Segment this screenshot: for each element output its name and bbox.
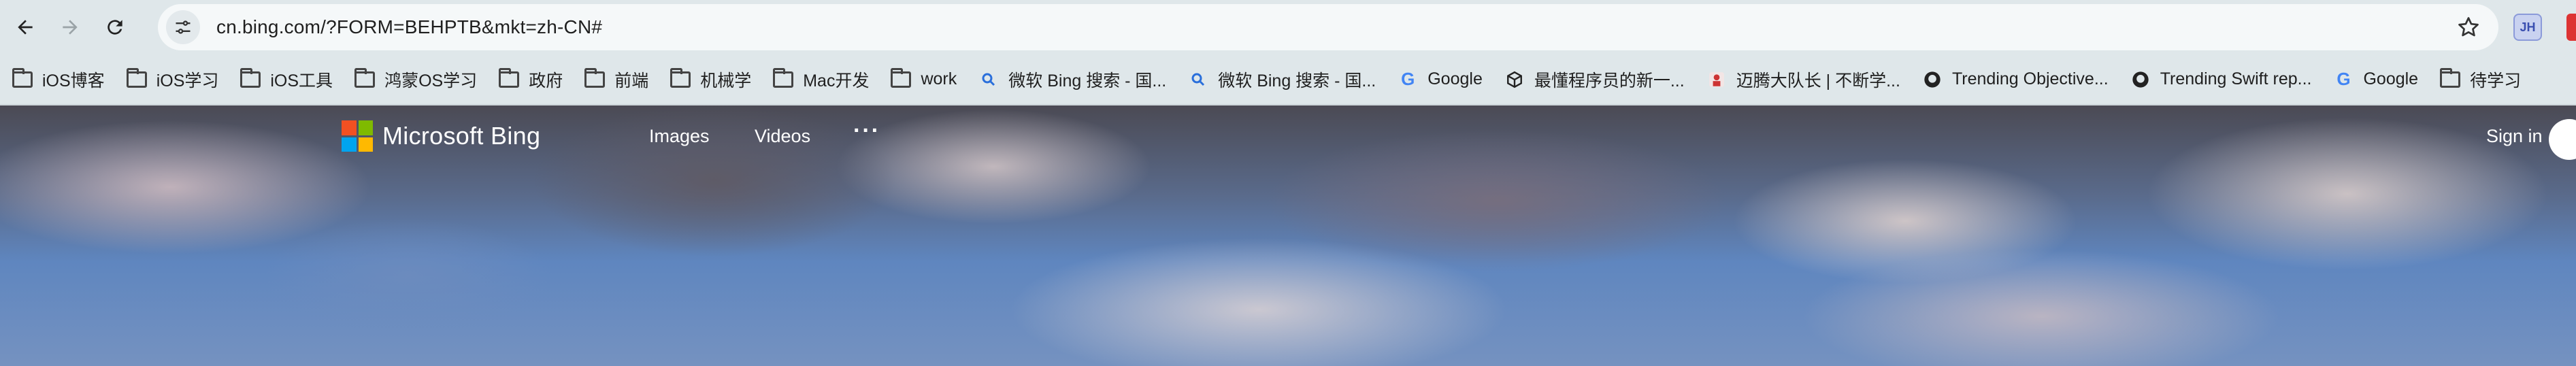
bookmark-label: 待学习: [2470, 71, 2522, 90]
bookmark-label: Google: [2363, 69, 2419, 88]
nav-images-link[interactable]: Images: [649, 126, 710, 147]
bing-logo[interactable]: Microsoft Bing: [342, 120, 540, 152]
bookmark-label: 鸿蒙OS学习: [384, 71, 478, 90]
bookmarks-bar: iOS博客 iOS学习 iOS工具 鸿蒙OS学习 政府 前端 机械学 Mac开发 work 微软 …: [0, 54, 2576, 105]
address-bar[interactable]: cn.bing.com/?FORM=BEHPTB&mkt=zh-CN#: [158, 4, 2498, 50]
bookmark-item[interactable]: 待学习: [2428, 63, 2530, 97]
arrow-right-icon: [63, 20, 78, 35]
site-info-button[interactable]: [166, 10, 200, 44]
bookmark-item[interactable]: iOS博客: [0, 63, 114, 97]
extension-jh-icon[interactable]: JH: [2513, 14, 2542, 41]
bookmark-item[interactable]: 机械学: [658, 63, 761, 97]
bookmark-item[interactable]: G Google: [2321, 63, 2428, 97]
bookmark-item[interactable]: G Google: [1385, 63, 1492, 97]
bookmark-label: Trending Objective...: [1951, 69, 2109, 88]
reload-icon: [108, 20, 122, 35]
bookmark-item[interactable]: work: [878, 63, 966, 97]
tune-icon: [176, 20, 191, 34]
arrow-left-icon: [18, 20, 33, 35]
browser-toolbar: cn.bing.com/?FORM=BEHPTB&mkt=zh-CN# JH: [0, 0, 2576, 54]
nav-videos-link[interactable]: Videos: [755, 126, 810, 147]
sign-in-button[interactable]: Sign in: [2486, 126, 2543, 147]
folder-icon: [12, 67, 33, 88]
extension-icon[interactable]: [2566, 14, 2576, 41]
folder-icon: [773, 67, 794, 88]
more-menu-button[interactable]: ···: [853, 118, 880, 144]
bookmark-label: iOS博客: [42, 71, 105, 90]
google-icon: G: [1401, 69, 1415, 89]
bookmark-label: 最懂程序员的新一...: [1534, 71, 1685, 90]
microsoft-logo-icon: [342, 120, 373, 152]
folder-icon: [354, 67, 376, 88]
avatar-icon: [1706, 71, 1727, 88]
folder-icon: [126, 67, 147, 88]
bookmark-item[interactable]: 前端: [572, 63, 658, 97]
user-avatar-icon[interactable]: [2549, 119, 2576, 160]
folder-icon: [240, 67, 261, 88]
back-button[interactable]: [5, 7, 45, 47]
bookmark-label: 机械学: [700, 71, 752, 90]
bookmark-item[interactable]: 最懂程序员的新一...: [1492, 63, 1694, 97]
bookmark-label: 迈腾大队长 | 不断学...: [1736, 71, 1900, 90]
bookmark-item[interactable]: 政府: [486, 63, 572, 97]
browser-window: cn.bing.com/?FORM=BEHPTB&mkt=zh-CN# JH i…: [0, 0, 2576, 366]
search-icon: [1188, 71, 1208, 88]
folder-icon: [891, 67, 912, 88]
bookmark-star-icon[interactable]: [2456, 15, 2481, 39]
bookmark-label: 前端: [614, 71, 649, 90]
folder-icon: [2440, 67, 2461, 88]
github-icon: [2130, 71, 2151, 88]
bookmark-item[interactable]: 微软 Bing 搜索 - 国...: [966, 63, 1176, 97]
bookmark-item[interactable]: 鸿蒙OS学习: [342, 63, 486, 97]
reload-button[interactable]: [95, 7, 135, 47]
bookmark-item[interactable]: 微软 Bing 搜索 - 国...: [1176, 63, 1385, 97]
bookmark-label: work: [921, 69, 957, 88]
folder-icon: [584, 67, 606, 88]
search-icon: [978, 71, 999, 88]
bookmark-label: iOS学习: [156, 71, 219, 90]
bookmark-item[interactable]: Mac开发: [761, 63, 878, 97]
google-icon: G: [2336, 69, 2351, 89]
cube-icon: [1504, 71, 1525, 88]
bookmark-label: 微软 Bing 搜索 - 国...: [1008, 71, 1167, 90]
bookmark-label: 政府: [529, 71, 563, 90]
github-icon: [1922, 71, 1943, 88]
forward-button[interactable]: [50, 7, 90, 47]
bookmark-item[interactable]: Trending Objective...: [1910, 63, 2118, 97]
bookmark-item[interactable]: Trending Swift rep...: [2118, 63, 2322, 97]
bookmark-label: Google: [1427, 69, 1483, 88]
bookmark-item[interactable]: iOS学习: [114, 63, 229, 97]
url-text[interactable]: cn.bing.com/?FORM=BEHPTB&mkt=zh-CN#: [216, 16, 602, 38]
bookmark-label: Trending Swift rep...: [2160, 69, 2312, 88]
bing-homepage: Microsoft Bing Images Videos ··· Sign in: [0, 105, 2576, 366]
bing-header: Microsoft Bing Images Videos ··· Sign in: [0, 105, 2576, 167]
folder-icon: [499, 67, 520, 88]
bookmark-label: Mac开发: [803, 71, 870, 90]
bing-logo-text: Microsoft Bing: [382, 122, 541, 150]
bookmark-item[interactable]: 迈腾大队长 | 不断学...: [1694, 63, 1910, 97]
bookmark-item[interactable]: iOS工具: [228, 63, 342, 97]
bookmark-label: 微软 Bing 搜索 - 国...: [1218, 71, 1376, 90]
folder-icon: [670, 67, 691, 88]
bookmark-label: iOS工具: [270, 71, 333, 90]
